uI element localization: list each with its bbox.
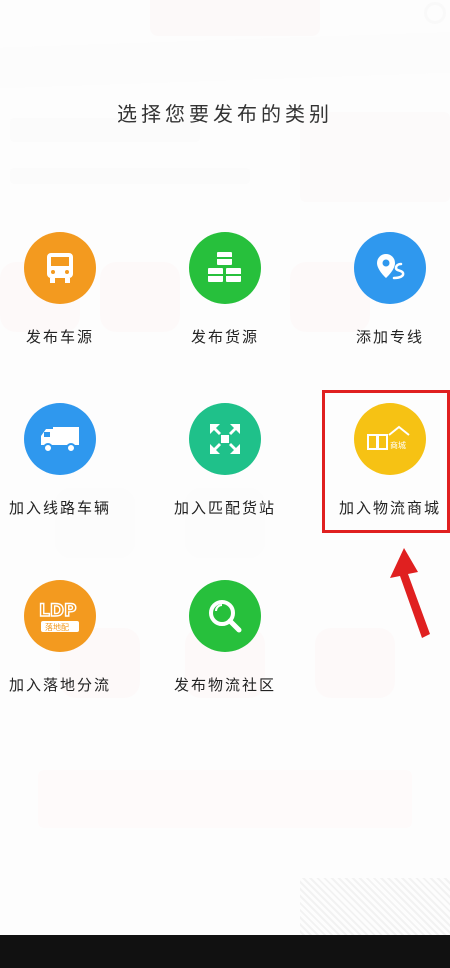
match-arrows-icon [189, 403, 261, 475]
ldp-logo-icon: LDP 落地配 [24, 580, 96, 652]
route-pin-icon [354, 232, 426, 304]
category-join-line-vehicle[interactable]: 加入线路车辆 [0, 403, 135, 518]
category-publish-cargo[interactable]: 发布货源 [150, 232, 300, 347]
category-join-match-station[interactable]: 加入匹配货站 [150, 403, 300, 518]
category-join-landing-distribution[interactable]: LDP 落地配 加入落地分流 [0, 580, 135, 695]
ldp-badge-text: 落地配 [45, 622, 69, 632]
truck-front-icon [24, 232, 96, 304]
category-label: 添加专线 [355, 328, 424, 346]
svg-text:LDP: LDP [39, 601, 76, 621]
category-label: 加入线路车辆 [8, 499, 111, 517]
modal-title: 选择您要发布的类别 [117, 102, 333, 126]
category-label: 发布车源 [25, 328, 94, 346]
highlight-box [322, 390, 450, 533]
system-navigation-bar [0, 935, 450, 968]
category-label: 加入匹配货站 [173, 499, 276, 517]
truck-side-icon [24, 403, 96, 475]
category-label: 发布货源 [190, 328, 259, 346]
category-publish-vehicle[interactable]: 发布车源 [0, 232, 135, 347]
arrow-pointer-icon [390, 548, 430, 638]
search-community-icon [189, 580, 261, 652]
category-publish-logistics-community[interactable]: 发布物流社区 [150, 580, 300, 695]
boxes-icon [189, 232, 261, 304]
category-label: 加入落地分流 [8, 676, 111, 694]
category-label: 发布物流社区 [173, 676, 276, 694]
category-add-line[interactable]: 添加专线 [315, 232, 450, 347]
